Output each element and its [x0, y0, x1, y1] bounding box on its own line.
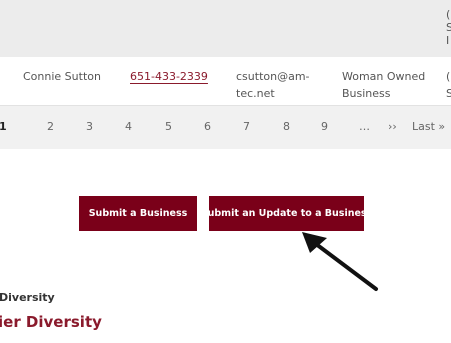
table-row: Connie Sutton 651-433-2339 csutton@am- t…	[0, 57, 451, 106]
cut-line: S	[446, 87, 451, 100]
pagination: 1 2 3 4 5 6 7 8 9 … ›› Last »	[0, 106, 451, 149]
submit-business-button[interactable]: Submit a Business	[79, 196, 197, 231]
contact-name: Connie Sutton	[23, 70, 101, 83]
page-6[interactable]: 6	[204, 120, 211, 134]
cut-column: ( S	[446, 68, 451, 102]
header-cut-text: S	[446, 21, 451, 34]
arrow-annotation-icon	[302, 232, 378, 291]
submit-update-button[interactable]: Submit an Update to a Business	[201, 196, 372, 231]
cut-line: (	[446, 70, 451, 83]
email-text[interactable]: csutton@am- tec.net	[236, 68, 310, 102]
page-3[interactable]: 3	[86, 120, 93, 134]
email-line: csutton@am-	[236, 70, 310, 83]
category-line: Business	[342, 87, 391, 100]
table-header: ( S I	[0, 0, 451, 57]
page-1[interactable]: 1	[0, 120, 7, 134]
category-line: Woman Owned	[342, 70, 426, 83]
page-4[interactable]: 4	[125, 120, 132, 134]
page-7[interactable]: 7	[243, 120, 250, 134]
page-2[interactable]: 2	[47, 120, 54, 134]
page-8[interactable]: 8	[283, 120, 290, 134]
header-cut-text: (	[446, 8, 451, 21]
page-ellipsis: …	[359, 120, 370, 133]
email-line: tec.net	[236, 87, 275, 100]
next-page-link[interactable]: ››	[388, 120, 397, 134]
page-9[interactable]: 9	[321, 120, 328, 134]
phone-link[interactable]: 651-433-2339	[130, 68, 208, 85]
footer-heading: ier Diversity	[0, 313, 102, 331]
footer-breadcrumb[interactable]: Diversity	[0, 291, 55, 304]
business-category: Woman Owned Business	[342, 68, 425, 102]
page-5[interactable]: 5	[165, 120, 172, 134]
last-page-link[interactable]: Last »	[412, 120, 445, 134]
header-cut-text: I	[446, 34, 450, 47]
